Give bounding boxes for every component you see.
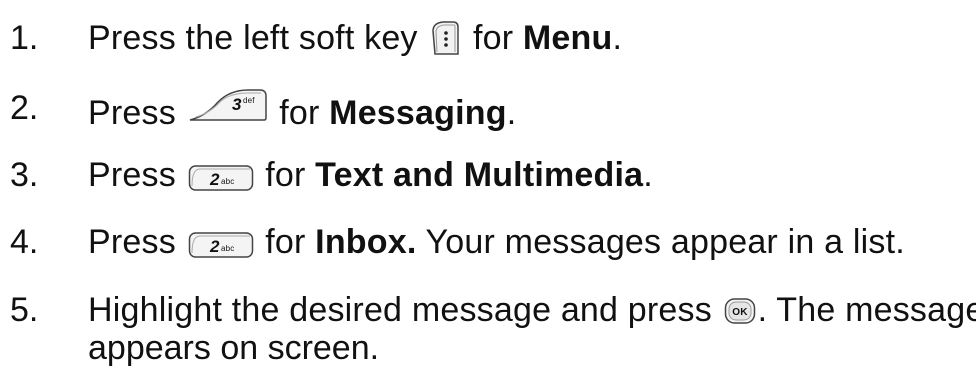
key-2-abc-icon: 2 abc — [188, 164, 254, 192]
step-text-after: . — [643, 156, 653, 194]
step-number: 4. — [10, 223, 39, 261]
step-text: Press the left soft key for Menu. — [88, 18, 622, 58]
step-text-before: Press — [88, 156, 176, 194]
key-2-abc-icon: 2 abc — [188, 231, 254, 259]
step-text-before: Highlight the desired message and press — [88, 291, 712, 329]
step-text-before: Press — [88, 223, 176, 261]
step-number: 2. — [10, 89, 39, 127]
step-text-middle: for — [472, 19, 514, 57]
step-text-middle: for — [265, 156, 306, 194]
step-text: Press 3 def for Messaging. — [88, 88, 516, 133]
step-text-before: Press — [88, 94, 176, 132]
step-5-continuation: appears on screen. — [88, 329, 380, 367]
instruction-steps: 1. Press the left soft key for Menu. 2 . … — [0, 0, 976, 371]
step-text: Highlight the desired message and press … — [88, 290, 976, 330]
step-text: Press 2 abc for Inbox. Your messages app… — [88, 222, 905, 262]
step-target-menu: Menu — [522, 19, 613, 57]
key-letters: def — [243, 96, 255, 105]
step-number: 5. — [10, 291, 39, 329]
step-text-before: Press the left soft key — [88, 19, 418, 57]
key-digit: 3 — [232, 95, 242, 114]
step-target-text-multimedia: Text and Multimedia — [315, 156, 644, 194]
step-text-after: . — [506, 94, 517, 132]
key-label: OK — [732, 307, 748, 318]
key-3-def-icon: 3 def — [188, 88, 268, 122]
ok-key-icon: OK — [724, 297, 756, 325]
key-letters: abc — [221, 177, 235, 186]
key-digit: 2 — [209, 237, 220, 256]
step-text-after: . — [612, 19, 623, 57]
step-text-after: . The message — [757, 291, 976, 329]
step-text-middle: for — [279, 94, 320, 132]
step-number: 3. — [10, 156, 39, 194]
step-number: 1. — [10, 19, 39, 57]
step-target-messaging: Messaging — [329, 94, 507, 132]
left-soft-key-menu-icon — [429, 21, 461, 55]
step-text: Press 2 abc for Text and Multimedia. — [88, 155, 653, 195]
step-target-inbox: Inbox. — [315, 223, 417, 261]
step-text-middle: for — [265, 223, 306, 261]
key-letters: abc — [221, 244, 235, 253]
key-digit: 2 — [209, 170, 220, 189]
step-text-after: Your messages appear in a list. — [425, 223, 905, 261]
